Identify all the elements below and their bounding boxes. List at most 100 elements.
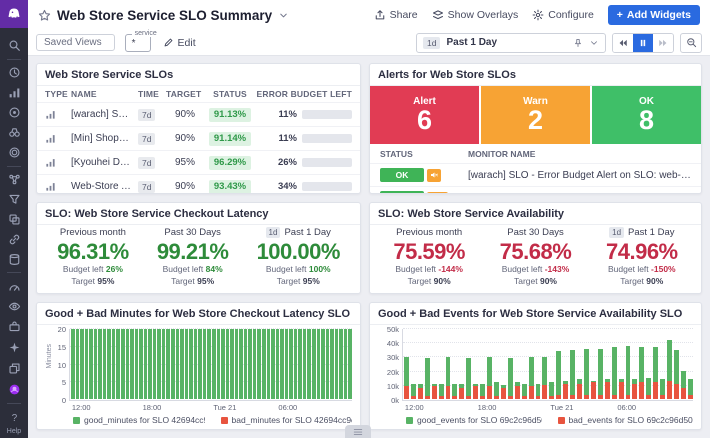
bar[interactable] <box>418 384 423 399</box>
sparkle-icon[interactable] <box>3 337 25 358</box>
bar[interactable] <box>612 347 617 399</box>
title-chevron-down-icon[interactable] <box>278 10 289 21</box>
bar[interactable] <box>549 382 554 399</box>
bar[interactable] <box>330 329 334 399</box>
workflows-icon[interactable] <box>3 316 25 337</box>
bar[interactable] <box>303 329 307 399</box>
bar[interactable] <box>312 329 316 399</box>
bar[interactable] <box>459 384 464 399</box>
bar[interactable] <box>667 340 672 399</box>
bar[interactable] <box>591 381 596 399</box>
slo-name[interactable]: Web-Store Availability SLO <box>71 181 138 192</box>
datadog-logo[interactable] <box>0 0 28 28</box>
bar[interactable] <box>439 384 444 399</box>
bar[interactable] <box>89 329 93 399</box>
slo-name[interactable]: [warach] Shopist Shopping Car... <box>71 109 138 120</box>
bar[interactable] <box>425 358 430 399</box>
bar[interactable] <box>180 329 184 399</box>
edit-button[interactable]: Edit <box>163 37 196 49</box>
slo-table-row[interactable]: [Kyouhei Demo] Web-store Lat...7d95%96.2… <box>37 150 360 174</box>
bar[interactable] <box>112 329 116 399</box>
timeseries-chart[interactable]: Minutes0510152012:0018:00Tue 2106:00good… <box>37 325 360 429</box>
bar[interactable] <box>162 329 166 399</box>
bar[interactable] <box>235 329 239 399</box>
availability-events-chart-widget[interactable]: Good + Bad Events for Web Store Service … <box>369 302 702 430</box>
bar[interactable] <box>153 329 157 399</box>
bar[interactable] <box>487 357 492 399</box>
bar[interactable] <box>348 329 352 399</box>
bar[interactable] <box>185 329 189 399</box>
bar[interactable] <box>226 329 230 399</box>
time-range-picker[interactable]: 1d Past 1 Day <box>416 33 606 53</box>
bar[interactable] <box>130 329 134 399</box>
bar[interactable] <box>660 379 665 399</box>
slo-name[interactable]: [Min] Shopping Cart requests ... <box>71 133 138 144</box>
bar[interactable] <box>189 329 193 399</box>
search-icon[interactable] <box>3 36 25 56</box>
bar[interactable] <box>76 329 80 399</box>
pause-button[interactable] <box>633 34 653 52</box>
bar[interactable] <box>626 346 631 399</box>
timeseries-chart[interactable]: 0k10k20k30k40k50k12:0018:00Tue 2106:00go… <box>370 325 701 429</box>
bar[interactable] <box>267 329 271 399</box>
service-template-variable[interactable]: service * <box>125 34 151 52</box>
bar[interactable] <box>577 379 582 399</box>
bar[interactable] <box>80 329 84 399</box>
bar[interactable] <box>536 384 541 399</box>
bar[interactable] <box>171 329 175 399</box>
bar[interactable] <box>317 329 321 399</box>
bar[interactable] <box>126 329 130 399</box>
bar[interactable] <box>339 329 343 399</box>
bar[interactable] <box>639 347 644 399</box>
bar[interactable] <box>674 350 679 399</box>
bar[interactable] <box>556 351 561 399</box>
bar[interactable] <box>276 329 280 399</box>
forward-button[interactable] <box>653 34 673 52</box>
show-overlays-button[interactable]: Show Overlays <box>432 9 519 21</box>
latency-slo-widget[interactable]: SLO: Web Store Service Checkout Latency … <box>36 202 361 294</box>
bar[interactable] <box>508 358 513 399</box>
bar[interactable] <box>570 350 575 399</box>
bar[interactable] <box>144 329 148 399</box>
bar[interactable] <box>646 378 651 399</box>
apm-icon[interactable] <box>3 103 25 123</box>
add-widgets-button[interactable]: +Add Widgets <box>608 5 700 25</box>
bar[interactable] <box>404 357 409 399</box>
slo-name[interactable]: [Kyouhei Demo] Web-store Lat... <box>71 157 138 168</box>
share-button[interactable]: Share <box>374 9 418 21</box>
watchdog-icon[interactable] <box>3 123 25 143</box>
favorite-star-icon[interactable] <box>38 9 51 22</box>
bar[interactable] <box>107 329 111 399</box>
processes-icon[interactable] <box>3 170 25 190</box>
dashboards-icon[interactable] <box>3 276 25 296</box>
bar[interactable] <box>688 379 693 399</box>
bar[interactable] <box>253 329 257 399</box>
bar[interactable] <box>280 329 284 399</box>
bar[interactable] <box>466 358 471 399</box>
bar[interactable] <box>203 329 207 399</box>
slo-list-widget[interactable]: Web Store Service SLOs TYPE NAME TIME TA… <box>36 63 361 194</box>
plot-area[interactable] <box>402 329 693 400</box>
bar[interactable] <box>85 329 89 399</box>
logs-icon[interactable] <box>3 189 25 209</box>
bar[interactable] <box>326 329 330 399</box>
bar[interactable] <box>605 379 610 399</box>
bar[interactable] <box>598 349 603 399</box>
bar[interactable] <box>294 329 298 399</box>
bar[interactable] <box>230 329 234 399</box>
bar[interactable] <box>71 329 75 399</box>
legend-item[interactable]: bad_events for SLO 69c2c96d506b50cdba... <box>558 415 694 425</box>
bar[interactable] <box>148 329 152 399</box>
help-icon[interactable]: ? <box>3 407 25 428</box>
saved-views-dropdown[interactable]: Saved Views <box>36 34 115 51</box>
bar[interactable] <box>207 329 211 399</box>
bar[interactable] <box>98 329 102 399</box>
bar[interactable] <box>217 329 221 399</box>
bar[interactable] <box>262 329 266 399</box>
bar[interactable] <box>542 357 547 399</box>
bar[interactable] <box>221 329 225 399</box>
bar[interactable] <box>501 385 506 399</box>
legend-item[interactable]: good_minutes for SLO 42694cc9effa5654... <box>73 415 205 425</box>
bits-ai-icon[interactable] <box>3 379 25 400</box>
bar[interactable] <box>529 357 534 399</box>
